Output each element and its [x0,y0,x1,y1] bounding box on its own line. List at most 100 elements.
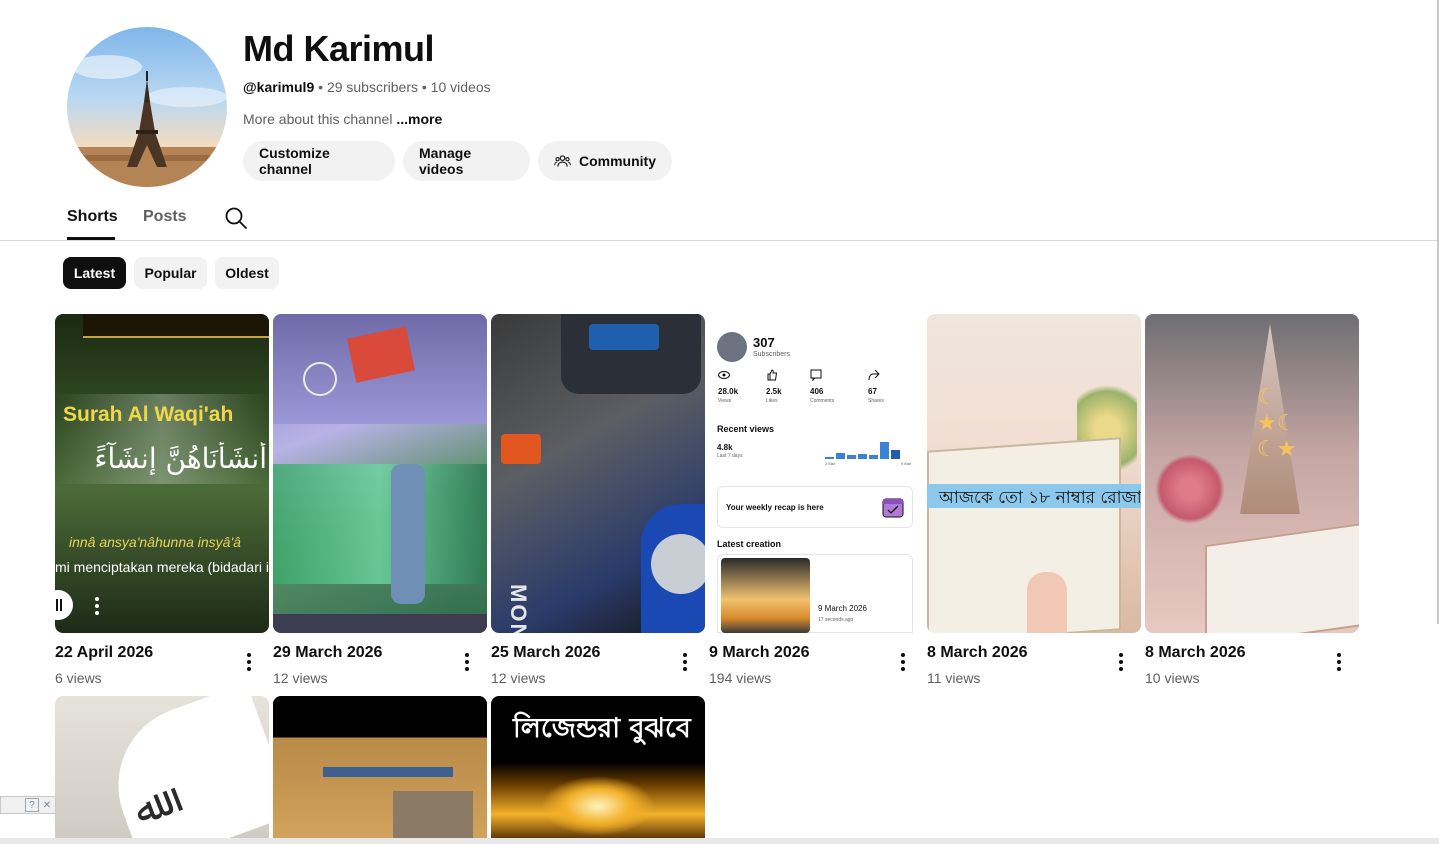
bangla-title: লিজেন্ডরা বুঝবে [513,713,691,744]
tab-posts[interactable]: Posts [143,208,187,226]
dot [247,667,251,671]
short-thumbnail[interactable] [273,314,487,633]
stat-value: 2.5k [766,387,782,396]
tab-shorts[interactable]: Shorts [67,208,118,226]
short-thumbnail[interactable]: লিজেন্ডরা বুঝবে [491,696,705,844]
chip-oldest[interactable]: Oldest [215,257,279,289]
dot [1119,667,1123,671]
chip-latest[interactable]: Latest [63,257,126,289]
moon-stars: ☾ ★☾ ☾★ [1257,384,1297,461]
manage-videos-button[interactable]: Manage videos [403,141,530,181]
stat-value: 67 [868,387,877,396]
stat-value: 28.0k [718,387,739,396]
channel-search-button[interactable] [223,205,249,231]
dot [1337,667,1341,671]
meta-separator: • [318,79,324,95]
short-views: 11 views [927,670,981,686]
calligraphy-banner [83,314,269,338]
dot [247,653,251,657]
dot [901,667,905,671]
chart-bar [836,453,845,459]
chip-popular[interactable]: Popular [134,257,207,289]
short-menu-button[interactable] [457,650,477,674]
dot [95,597,99,601]
chart-bar [847,455,856,459]
channel-handle: @karimul9 [243,79,315,95]
green-glow [273,464,487,584]
customize-channel-button[interactable]: Customize channel [243,141,395,181]
stat-label: Views [718,398,732,404]
close-icon[interactable]: ✕ [41,799,53,811]
short-menu-button[interactable] [675,650,695,674]
short-menu-button[interactable] [1329,650,1349,674]
pause-button[interactable] [55,590,73,620]
chart-axis-end: 9 Mar [901,461,912,466]
studio-subscriber-label: Subscribers [753,351,790,358]
chart-bar [858,454,867,459]
dot [1337,660,1341,664]
latest-creation-thumb [721,558,810,633]
more-link[interactable]: ...more [396,111,442,127]
dot [465,653,469,657]
channel-avatar[interactable] [67,27,227,187]
recent-views-chart [825,441,915,459]
short-thumbnail[interactable]: 307 Subscribers 28.0k Views 2.5k Likes 4… [709,314,923,633]
short-menu-button[interactable] [1111,650,1131,674]
short-date[interactable]: 29 March 2026 [273,644,453,662]
studio-subscriber-count: 307 [753,335,775,350]
short-thumbnail[interactable]: Surah Al Waqi'ah أَنشَأْنَاهُنَّ إِنشَآء… [55,314,269,633]
short-date[interactable]: 22 April 2026 [55,644,235,662]
community-label: Community [579,153,656,169]
short-thumbnail[interactable]: ﷲ [55,696,269,844]
chart-bar [825,457,834,459]
floating-toolbar[interactable]: ? ✕ [0,796,56,814]
dot [95,604,99,608]
short-date[interactable]: 8 March 2026 [927,644,1107,662]
dot [901,653,905,657]
help-icon[interactable]: ? [25,798,39,812]
thumbnail-more-button[interactable] [87,594,107,618]
stat-label: Likes [766,398,778,404]
chart-bar [880,442,889,459]
share-icon [868,369,880,381]
short-thumbnail[interactable]: ☾ ★☾ ☾★ [1145,314,1359,633]
dot [683,653,687,657]
chart-bar [891,450,900,459]
surah-title: Surah Al Waqi'ah [63,403,234,426]
short-views: 194 views [709,670,772,686]
meta-separator: • [421,79,427,95]
short-date[interactable]: 8 March 2026 [1145,644,1325,662]
dot [247,660,251,664]
dot [1337,653,1341,657]
short-views: 12 views [491,670,546,686]
eye-icon [718,371,730,379]
short-views: 10 views [1145,670,1200,686]
short-menu-button[interactable] [239,650,259,674]
channel-name: Md Karimul [243,28,435,69]
dot [95,611,99,615]
short-thumbnail[interactable] [273,696,487,844]
short-thumbnail[interactable]: আজকে তো ১৮ নাম্বার রোজা [927,314,1141,633]
video-count: 10 videos [430,79,491,95]
hand [1027,572,1067,633]
stat-label: Shares [868,398,884,404]
emoji-icon [303,362,337,396]
dot [683,660,687,664]
game-hud [273,614,487,633]
dot [901,660,905,664]
short-date[interactable]: 25 March 2026 [491,644,671,662]
game-building [393,791,473,844]
short-menu-button[interactable] [893,650,913,674]
short-thumbnail[interactable]: MONSTER [491,314,705,633]
recent-views-title: Recent views [717,424,775,434]
dot [465,667,469,671]
short-date[interactable]: 9 March 2026 [709,644,889,662]
game-hud-bar [323,767,453,777]
chart-bar [869,455,878,459]
channel-about-link[interactable]: More about this channel ...more [243,111,442,127]
calendar-icon [882,498,904,518]
quran-pages [927,437,1121,633]
people-icon [554,155,571,167]
eiffel-tower-image [67,55,227,187]
community-button[interactable]: Community [538,141,672,181]
